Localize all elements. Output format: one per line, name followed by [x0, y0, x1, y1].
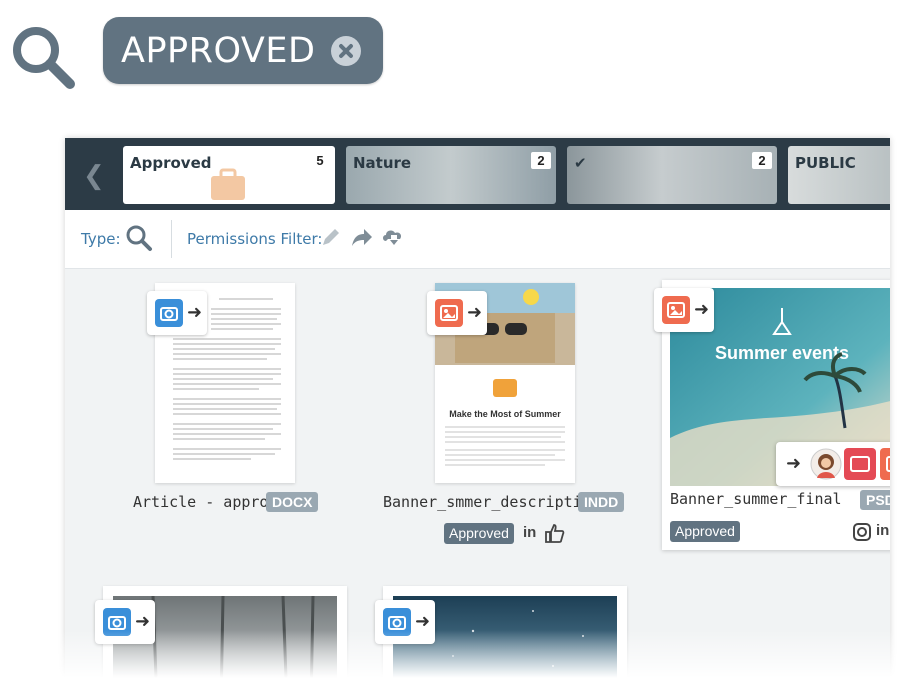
asset-type-badge[interactable]: ➜ [654, 288, 714, 332]
collection-label: Approved [130, 154, 212, 172]
image-layout-icon [435, 299, 463, 327]
file-extension-badge: PSD [860, 490, 890, 510]
collection-label: PUBLIC [795, 154, 856, 172]
suitcase-icon [211, 168, 245, 200]
arrow-right-icon: ➜ [187, 302, 203, 322]
asset-card[interactable]: Make the Most of Summer ➜ [427, 283, 575, 483]
collection-count: 5 [310, 152, 330, 169]
search-icon[interactable] [125, 224, 153, 252]
linkedin-icon[interactable]: in [523, 524, 536, 541]
cloud-download-icon[interactable] [381, 226, 405, 248]
collection-count: 2 [531, 152, 551, 169]
linkedin-icon[interactable]: in [876, 522, 889, 539]
banner-heading: Make the Most of Summer [449, 409, 561, 419]
asset-type-badge[interactable]: ➜ [147, 291, 207, 335]
asset-card[interactable]: Summer events ➜ ➜ Banner_summer_final PS… [654, 280, 890, 550]
permissions-filter-label: Permissions Filter: [187, 230, 323, 248]
image-layout-icon [662, 296, 690, 324]
collection-label: Nature [353, 154, 412, 172]
chevron-left-icon[interactable]: ❮ [83, 160, 105, 191]
arrow-right-icon: ➜ [415, 611, 431, 631]
bottom-fade [0, 630, 900, 678]
file-extension-badge: INDD [578, 492, 625, 512]
asset-browser-window: ❮ Approved 5 Nature 2 ✔ 2 PUBLIC Type: P… [65, 138, 890, 678]
camera-icon [155, 299, 183, 327]
search-filter-label: APPROVED [121, 30, 316, 71]
asset-type-badge[interactable]: ➜ [427, 291, 487, 335]
status-badge: Approved [444, 523, 514, 544]
asset-name[interactable]: Banner_summer_final [670, 490, 842, 508]
collection-tile-public[interactable]: PUBLIC [788, 146, 890, 204]
banner-heading: Summer events [715, 343, 849, 363]
share-arrow-icon[interactable] [350, 226, 374, 248]
collection-tile-nature[interactable]: Nature 2 [346, 146, 556, 204]
search-icon[interactable] [8, 22, 78, 92]
asset-card[interactable]: ➜ [147, 283, 295, 483]
close-circle-icon[interactable] [331, 36, 361, 66]
arrow-right-icon: ➜ [786, 453, 802, 473]
image-layout-icon[interactable] [880, 448, 890, 480]
arrow-right-icon: ➜ [135, 611, 151, 631]
divider [171, 220, 172, 258]
arrow-right-icon: ➜ [467, 302, 483, 322]
status-badge: Approved [670, 521, 740, 542]
search-filter-chip[interactable]: APPROVED [103, 17, 383, 84]
collection-count: 2 [752, 152, 772, 169]
file-extension-badge: DOCX [266, 492, 319, 512]
thumbs-up-icon[interactable] [543, 522, 565, 544]
collections-bar: ❮ Approved 5 Nature 2 ✔ 2 PUBLIC [65, 138, 890, 210]
collection-tile-approved[interactable]: Approved 5 [123, 146, 335, 204]
pencil-icon[interactable] [320, 226, 342, 248]
avatar[interactable] [810, 448, 842, 480]
collection-tile-checked[interactable]: ✔ 2 [567, 146, 777, 204]
filter-bar: Type: Permissions Filter: [65, 210, 890, 269]
image-layout-icon[interactable] [844, 448, 876, 480]
type-filter-label: Type: [81, 230, 121, 248]
arrow-right-icon: ➜ [694, 299, 710, 319]
instagram-icon[interactable] [852, 522, 872, 542]
workflow-popover[interactable]: ➜ [776, 442, 890, 486]
checkmark-icon: ✔ [574, 154, 587, 172]
